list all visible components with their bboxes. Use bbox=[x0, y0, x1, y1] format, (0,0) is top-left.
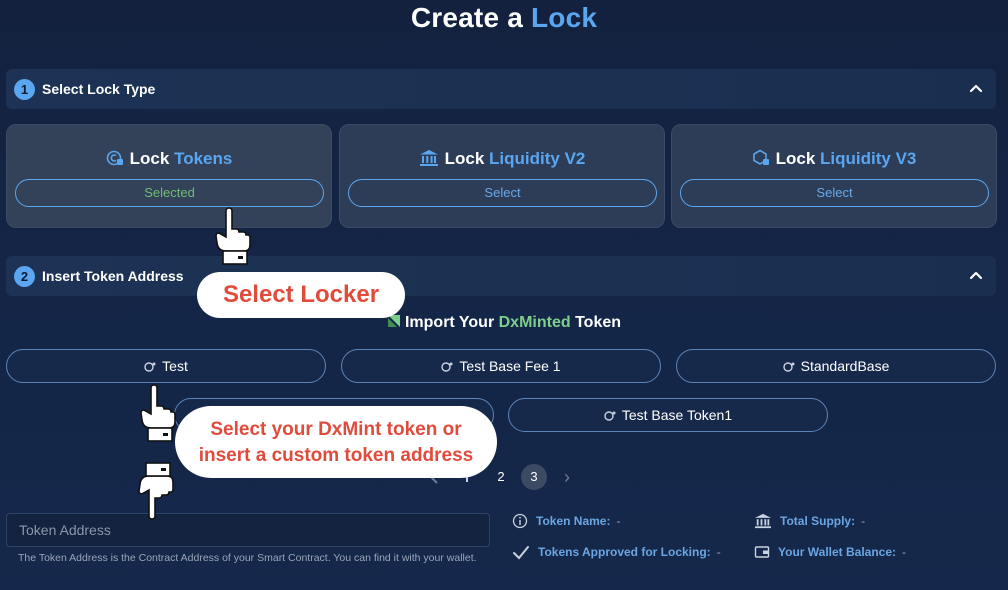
hexagon-lock-icon bbox=[752, 149, 769, 165]
token-name-row: Token Name: - bbox=[512, 513, 620, 529]
card-title-main: Lock bbox=[775, 149, 816, 168]
pointing-hand-icon bbox=[215, 207, 251, 265]
token-option[interactable]: Test bbox=[6, 349, 326, 383]
token-address-input[interactable] bbox=[6, 513, 490, 547]
token-option[interactable]: Test Base Token1 bbox=[508, 398, 828, 432]
token-option[interactable]: Test Base Fee 1 bbox=[341, 349, 661, 383]
approved-row: Tokens Approved for Locking: - bbox=[512, 544, 721, 560]
import-brand: DxMinted bbox=[498, 314, 571, 331]
card-title: Lock Liquidity V3 bbox=[672, 149, 996, 169]
token-icon bbox=[782, 362, 795, 372]
chevron-up-icon[interactable] bbox=[966, 79, 986, 99]
card-title: Lock Tokens bbox=[7, 149, 331, 169]
chevron-up-icon[interactable] bbox=[966, 266, 986, 286]
import-title: Import Your DxMinted Token bbox=[0, 314, 1008, 332]
pagination-next[interactable]: › bbox=[558, 464, 576, 490]
total-supply-label: Total Supply: bbox=[780, 514, 856, 528]
selected-button[interactable]: Selected bbox=[15, 179, 324, 207]
page-title-accent: Lock bbox=[530, 2, 598, 33]
card-title-accent: Tokens bbox=[174, 149, 233, 168]
select-button[interactable]: Select bbox=[680, 179, 989, 207]
import-prefix: Import Your bbox=[404, 314, 495, 331]
token-name-value: - bbox=[616, 514, 621, 528]
wallet-balance-label: Your Wallet Balance: bbox=[778, 545, 897, 559]
checkmark-icon bbox=[513, 546, 529, 560]
token-icon bbox=[144, 362, 156, 372]
pointing-hand-down-icon bbox=[138, 462, 174, 520]
token-option[interactable]: StandardBase bbox=[676, 349, 996, 383]
page-title: Create a Lock bbox=[0, 2, 1008, 34]
section-label: Insert Token Address bbox=[42, 268, 184, 284]
coin-lock-icon bbox=[106, 150, 123, 166]
token-name-label: Token Name: bbox=[536, 514, 611, 528]
section-label: Select Lock Type bbox=[42, 81, 156, 97]
select-locker-callout: Select Locker bbox=[197, 272, 405, 318]
page-title-prefix: Create a bbox=[410, 2, 523, 33]
pagination-page-active[interactable]: 3 bbox=[521, 464, 547, 490]
approved-value: - bbox=[716, 545, 721, 559]
card-title-accent: Liquidity V2 bbox=[489, 149, 586, 168]
card-title-main: Lock bbox=[129, 149, 170, 168]
import-suffix: Token bbox=[575, 314, 622, 331]
wallet-balance-row: Your Wallet Balance: - bbox=[754, 544, 906, 560]
card-title-accent: Liquidity V3 bbox=[820, 149, 917, 168]
pointing-hand-icon bbox=[140, 384, 176, 442]
card-title-main: Lock bbox=[444, 149, 485, 168]
select-token-callout: Select your DxMint token or insert a cus… bbox=[175, 406, 497, 478]
token-label: Test bbox=[162, 358, 188, 374]
lock-card-tokens[interactable]: Lock Tokens Selected bbox=[6, 124, 332, 228]
section-select-lock-type[interactable]: 1 Select Lock Type bbox=[6, 69, 996, 109]
callout-line: Select your DxMint token or bbox=[210, 419, 462, 440]
total-supply-row: Total Supply: - bbox=[754, 513, 865, 529]
total-supply-value: - bbox=[861, 514, 866, 528]
token-address-helper: The Token Address is the Contract Addres… bbox=[18, 552, 477, 564]
bank-icon bbox=[419, 150, 438, 166]
wallet-icon bbox=[754, 546, 770, 558]
lock-card-liquidity-v3[interactable]: Lock Liquidity V3 Select bbox=[671, 124, 997, 228]
token-label: Test Base Token1 bbox=[621, 407, 733, 423]
token-label: StandardBase bbox=[800, 358, 890, 374]
wallet-balance-value: - bbox=[902, 545, 907, 559]
step-number: 1 bbox=[14, 79, 35, 100]
callout-line: insert a custom token address bbox=[198, 445, 474, 466]
section-insert-token-address[interactable]: 2 Insert Token Address bbox=[6, 256, 996, 296]
approved-label: Tokens Approved for Locking: bbox=[538, 545, 711, 559]
token-label: Test Base Fee 1 bbox=[459, 358, 561, 374]
card-title: Lock Liquidity V2 bbox=[340, 149, 664, 169]
lock-card-liquidity-v2[interactable]: Lock Liquidity V2 Select bbox=[339, 124, 665, 228]
step-number: 2 bbox=[14, 266, 35, 287]
bank-icon bbox=[755, 513, 771, 529]
select-button[interactable]: Select bbox=[348, 179, 657, 207]
info-icon bbox=[512, 513, 528, 529]
token-icon bbox=[441, 362, 453, 372]
token-icon bbox=[604, 411, 616, 421]
